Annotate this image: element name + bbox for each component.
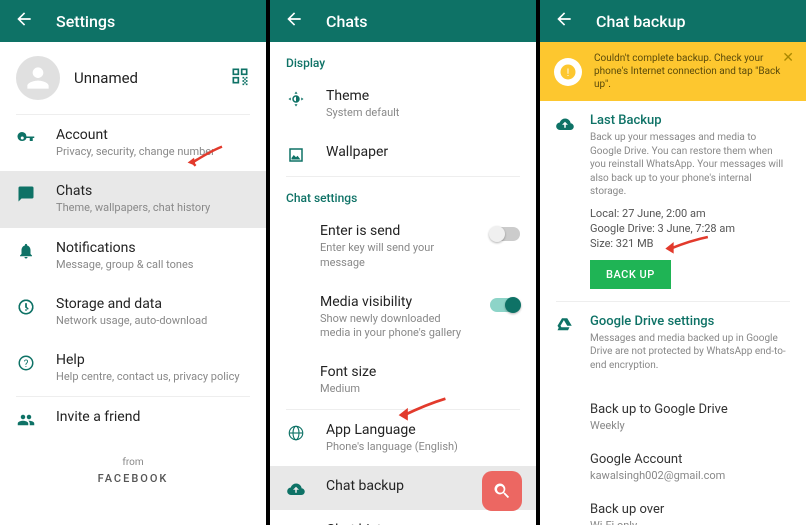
backup-button[interactable]: BACK UP <box>590 260 671 289</box>
globe-icon <box>286 424 306 442</box>
chats-item-enter[interactable]: Enter is sendEnter key will send your me… <box>270 211 536 282</box>
svg-text:!: ! <box>567 65 570 78</box>
app-header: Chat backup <box>540 0 806 42</box>
settings-item-account[interactable]: AccountPrivacy, security, change number <box>0 115 266 171</box>
backup-frequency[interactable]: Back up to Google Drive Weekly <box>540 392 806 442</box>
google-account[interactable]: Google Account kawalsingh002@gmail.com <box>540 442 806 492</box>
backup-screen: Chat backup ! Couldn't complete backup. … <box>540 0 806 525</box>
avatar <box>16 56 60 100</box>
cloud-upload-icon <box>286 480 306 498</box>
help-icon: ? <box>16 354 36 372</box>
chats-item-language[interactable]: App LanguagePhone's language (English) <box>270 410 536 466</box>
google-drive-section: Google Drive settings Messages and media… <box>540 302 806 393</box>
qr-icon[interactable] <box>230 66 250 90</box>
profile-row[interactable]: Unnamed <box>0 42 266 114</box>
last-backup-section: Last Backup Back up your messages and me… <box>540 101 806 301</box>
cloud-upload-icon <box>556 115 574 137</box>
page-title: Chats <box>326 12 368 31</box>
settings-item-storage[interactable]: Storage and dataNetwork usage, auto-down… <box>0 284 266 340</box>
chats-item-theme[interactable]: ThemeSystem default <box>270 76 536 132</box>
from-label: from <box>0 457 266 468</box>
chat-icon <box>16 185 36 203</box>
page-title: Chat backup <box>596 12 685 31</box>
back-icon[interactable] <box>284 9 304 33</box>
back-icon[interactable] <box>554 9 574 33</box>
back-icon[interactable] <box>14 9 34 33</box>
section-display: Display <box>270 42 536 76</box>
settings-item-invite[interactable]: Invite a friend <box>0 397 266 441</box>
close-icon[interactable]: ✕ <box>782 50 794 66</box>
section-chat-settings: Chat settings <box>270 177 536 211</box>
profile-name: Unnamed <box>74 69 216 87</box>
app-header: Chats <box>270 0 536 42</box>
people-icon <box>16 411 36 429</box>
page-title: Settings <box>56 12 115 31</box>
settings-item-help[interactable]: ? HelpHelp centre, contact us, privacy p… <box>0 340 266 396</box>
key-icon <box>16 129 36 147</box>
chats-item-history[interactable]: Chat history <box>270 510 536 525</box>
bell-icon <box>16 242 36 260</box>
toggle-media[interactable] <box>490 298 520 312</box>
toggle-enter[interactable] <box>490 227 520 241</box>
facebook-label: FACEBOOK <box>0 472 266 485</box>
wallpaper-icon <box>286 146 306 164</box>
app-header: Settings <box>0 0 266 42</box>
chats-item-media[interactable]: Media visibilityShow newly downloaded me… <box>270 282 536 353</box>
warning-banner: ! Couldn't complete backup. Check your p… <box>540 42 806 101</box>
storage-icon <box>16 298 36 316</box>
drive-icon <box>556 316 574 338</box>
chats-item-wallpaper[interactable]: Wallpaper <box>270 132 536 176</box>
settings-item-notifications[interactable]: NotificationsMessage, group & call tones <box>0 228 266 284</box>
chats-item-font[interactable]: Font sizeMedium <box>270 352 536 408</box>
theme-icon <box>286 90 306 108</box>
chats-screen: Chats Display ThemeSystem default Wallpa… <box>270 0 536 525</box>
settings-item-chats[interactable]: ChatsTheme, wallpapers, chat history <box>0 171 266 227</box>
settings-screen: Settings Unnamed AccountPrivacy, securit… <box>0 0 266 525</box>
float-search-button[interactable] <box>482 471 522 511</box>
warning-icon: ! <box>554 58 582 86</box>
svg-text:?: ? <box>24 359 29 370</box>
backup-over[interactable]: Back up over Wi-Fi only <box>540 492 806 525</box>
